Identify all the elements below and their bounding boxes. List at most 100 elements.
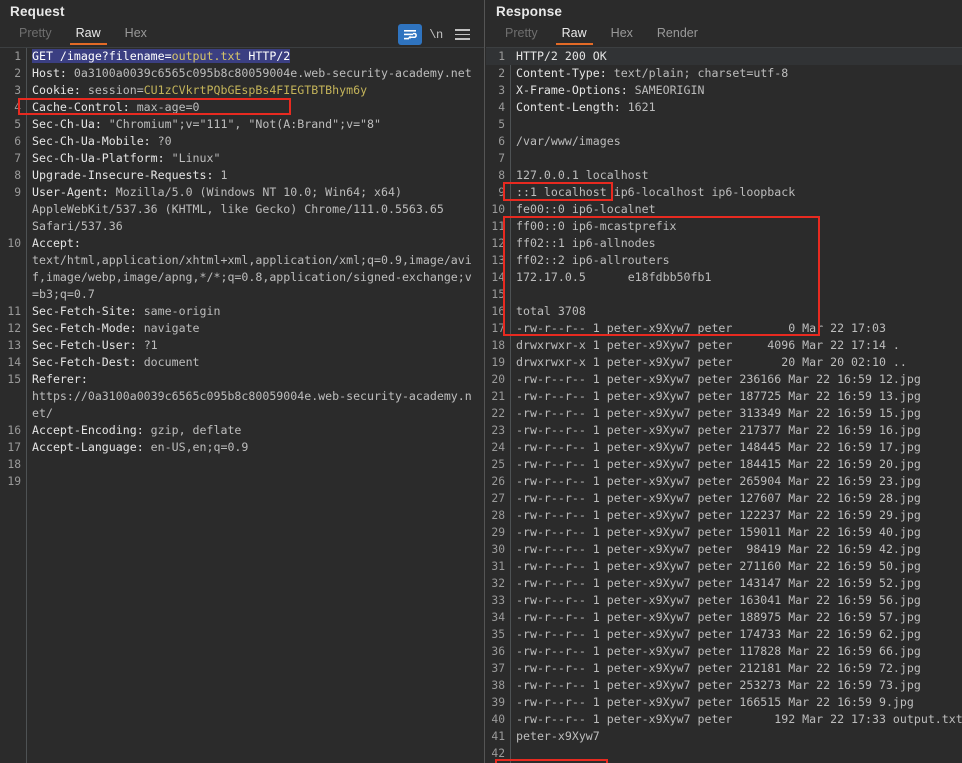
editor-line: 16 Accept-Encoding: gzip, deflate [0, 422, 484, 439]
editor-line: 7 Sec-Ch-Ua-Platform: "Linux" [0, 150, 484, 167]
editor-line: 28 -rw-r--r-- 1 peter-x9Xyw7 peter 122237… [486, 507, 962, 524]
editor-line: 5 [486, 116, 962, 133]
line-number: 39 [491, 696, 505, 709]
line-number: 10 [7, 237, 21, 250]
line-number: 6 [498, 135, 505, 148]
editor-line: 24 -rw-r--r-- 1 peter-x9Xyw7 peter 148445… [486, 439, 962, 456]
token: Accept-Language: [32, 440, 151, 454]
line-text: -rw-r--r-- 1 peter-x9Xyw7 peter 236166 M… [510, 371, 962, 388]
token: -rw-r--r-- 1 peter-x9Xyw7 peter 148445 M… [516, 440, 921, 454]
editor-line: 13 Sec-Fetch-User: ?1 [0, 337, 484, 354]
editor-line: 36 -rw-r--r-- 1 peter-x9Xyw7 peter 117828… [486, 643, 962, 660]
editor-line: 3 Cookie: session=CU1zCVkrtPQbGEspBs4FIEG… [0, 82, 484, 99]
line-number: 4 [14, 101, 21, 114]
line-number: 18 [491, 339, 505, 352]
line-text: -rw-r--r-- 1 peter-x9Xyw7 peter 265904 M… [510, 473, 962, 490]
editor-line: AppleWebKit/537.36 (KHTML, like Gecko) C… [0, 201, 484, 218]
request-editor[interactable]: 1 GET /image?filename=output.txt HTTP/2 2 H… [0, 48, 484, 763]
editor-line: 30 -rw-r--r-- 1 peter-x9Xyw7 peter 98419 … [486, 541, 962, 558]
response-editor[interactable]: 1 HTTP/2 200 OK 2 Content-Type: text/plain;… [486, 48, 962, 763]
tab-request-raw[interactable]: Raw [67, 24, 110, 45]
line-number: 15 [7, 373, 21, 386]
token: -rw-r--r-- 1 peter-x9Xyw7 peter 163041 M… [516, 593, 921, 607]
line-text: =b3;q=0.7 [26, 286, 484, 303]
editor-line: Safari/537.36 [0, 218, 484, 235]
menu-icon[interactable] [450, 24, 474, 45]
request-tabbar: Pretty Raw Hex \n [0, 22, 484, 48]
token: Content-Type: [516, 66, 614, 80]
line-text: -rw-r--r-- 1 peter-x9Xyw7 peter 313349 M… [510, 405, 962, 422]
token: Sec-Ch-Ua: [32, 117, 109, 131]
line-number: 38 [491, 679, 505, 692]
line-number: 11 [491, 220, 505, 233]
tab-response-hex[interactable]: Hex [602, 24, 642, 45]
newline-icon[interactable]: \n [424, 24, 448, 45]
editor-line: 10 Accept: [0, 235, 484, 252]
editor-line: https://0a3100a0039c6565c095b8c80059004e… [0, 388, 484, 405]
token: -rw-r--r-- 1 peter-x9Xyw7 peter 265904 M… [516, 474, 921, 488]
editor-line: 42 [486, 745, 962, 762]
line-text: User-Agent: Mozilla/5.0 (Windows NT 10.0… [26, 184, 484, 201]
editor-line: 4 Cache-Control: max-age=0 [0, 99, 484, 116]
tab-response-render[interactable]: Render [648, 24, 707, 45]
token: -rw-r--r-- 1 peter-x9Xyw7 peter 212181 M… [516, 661, 921, 675]
line-number: 8 [498, 169, 505, 182]
token: document [143, 355, 200, 369]
line-number: 14 [491, 271, 505, 284]
line-text: -rw-r--r-- 1 peter-x9Xyw7 peter 188975 M… [510, 609, 962, 626]
token: -rw-r--r-- 1 peter-x9Xyw7 peter 143147 M… [516, 576, 921, 590]
line-text: -rw-r--r-- 1 peter-x9Xyw7 peter 192 Mar … [510, 711, 962, 728]
editor-line: 27 -rw-r--r-- 1 peter-x9Xyw7 peter 127607… [486, 490, 962, 507]
token: text/plain; charset=utf-8 [613, 66, 789, 80]
line-number: 4 [498, 101, 505, 114]
line-number: 17 [7, 441, 21, 454]
token: HTTP/2 200 OK [516, 49, 607, 63]
token: f,image/webp,image/apng,*/*;q=0.8,applic… [32, 270, 472, 284]
editor-line: 20 -rw-r--r-- 1 peter-x9Xyw7 peter 236166… [486, 371, 962, 388]
line-text: -rw-r--r-- 1 peter-x9Xyw7 peter 271160 M… [510, 558, 962, 575]
line-text: -rw-r--r-- 1 peter-x9Xyw7 peter 159011 M… [510, 524, 962, 541]
line-text: -rw-r--r-- 1 peter-x9Xyw7 peter 174733 M… [510, 626, 962, 643]
menu-icon-glyph [454, 29, 470, 40]
word-wrap-icon[interactable] [398, 24, 422, 45]
line-number: 19 [491, 356, 505, 369]
token: peter-x9Xyw7 [516, 729, 600, 743]
tab-response-raw[interactable]: Raw [553, 24, 596, 45]
tab-request-hex[interactable]: Hex [116, 24, 156, 45]
editor-line: 1 GET /image?filename=output.txt HTTP/2 [0, 48, 484, 65]
line-text: 127.0.0.1 localhost [510, 167, 962, 184]
editor-line: 19 drwxrwxr-x 1 peter-x9Xyw7 peter 20 Mar… [486, 354, 962, 371]
line-text: -rw-r--r-- 1 peter-x9Xyw7 peter 217377 M… [510, 422, 962, 439]
token: -rw-r--r-- 1 peter-x9Xyw7 peter 271160 M… [516, 559, 921, 573]
line-number: 37 [491, 662, 505, 675]
editor-line: 1 HTTP/2 200 OK [486, 48, 962, 65]
editor-line: 41 peter-x9Xyw7 [486, 728, 962, 745]
line-number: 42 [491, 747, 505, 760]
token: -rw-r--r-- 1 peter-x9Xyw7 peter 122237 M… [516, 508, 921, 522]
line-number: 12 [7, 322, 21, 335]
token: Accept: [32, 236, 81, 250]
token: 1621 [627, 100, 656, 114]
editor-line: 3 X-Frame-Options: SAMEORIGIN [486, 82, 962, 99]
line-number: 35 [491, 628, 505, 641]
line-number: 21 [491, 390, 505, 403]
tab-request-pretty[interactable]: Pretty [10, 24, 61, 45]
token: -rw-r--r-- 1 peter-x9Xyw7 peter 253273 M… [516, 678, 921, 692]
line-number: 25 [491, 458, 505, 471]
token: Safari/537.36 [32, 219, 123, 233]
editor-line: 9 User-Agent: Mozilla/5.0 (Windows NT 10.… [0, 184, 484, 201]
line-text: -rw-r--r-- 1 peter-x9Xyw7 peter 0 Mar 22… [510, 320, 962, 337]
token: total 3708 [516, 304, 586, 318]
token: -rw-r--r-- 1 peter-x9Xyw7 peter 313349 M… [516, 406, 921, 420]
token: "Linux" [171, 151, 221, 165]
editor-line: 16 total 3708 [486, 303, 962, 320]
line-text: Accept: [26, 235, 484, 252]
line-number: 27 [491, 492, 505, 505]
tab-response-pretty[interactable]: Pretty [496, 24, 547, 45]
token: -rw-r--r-- 1 peter-x9Xyw7 peter 166515 M… [516, 695, 914, 709]
line-number: 16 [7, 424, 21, 437]
line-number: 9 [14, 186, 21, 199]
line-number: 1 [498, 50, 505, 63]
line-text: Referer: [26, 371, 484, 388]
token: 127.0.0.1 localhost [516, 168, 649, 182]
